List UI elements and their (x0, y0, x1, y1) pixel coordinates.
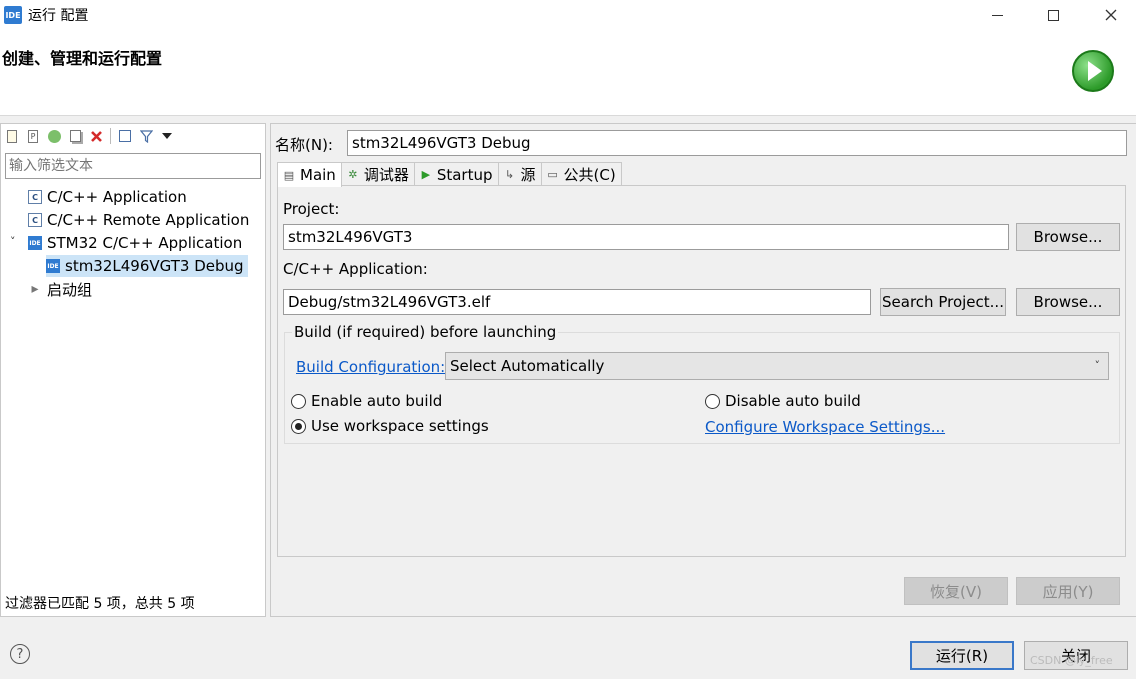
configure-workspace-settings-link[interactable]: Configure Workspace Settings... (705, 418, 945, 436)
new-config-button[interactable] (3, 127, 21, 145)
use-workspace-settings-radio[interactable]: Use workspace settings (291, 417, 489, 435)
tab-source[interactable]: ↳ 源 (497, 162, 542, 186)
search-project-button[interactable]: Search Project... (880, 288, 1006, 316)
minimize-button[interactable] (974, 0, 1020, 30)
enable-auto-build-radio[interactable]: Enable auto build (291, 392, 442, 410)
build-group-title: Build (if required) before launching (292, 323, 559, 341)
play-icon: ▶ (421, 168, 431, 181)
disable-auto-build-label: Disable auto build (725, 392, 861, 410)
radio-icon (291, 393, 306, 409)
window-title: 运行 配置 (28, 8, 89, 24)
tree-item-label: STM32 C/C++ Application (47, 234, 243, 252)
new-prototype-button[interactable]: P (24, 127, 42, 145)
config-tabs: ▤ Main ✲ 调试器 ▶ Startup ↳ 源 ▭ 公共(C) (277, 162, 622, 187)
tab-label: Startup (436, 165, 493, 184)
application-label: C/C++ Application: (283, 260, 428, 278)
tab-label: 公共(C) (563, 166, 616, 184)
build-configuration-select[interactable]: Select Automatically ˅ (445, 352, 1109, 380)
dropdown-arrow-icon (162, 133, 172, 139)
c-app-icon: C (28, 213, 42, 227)
revert-button[interactable]: 恢复(V) (904, 577, 1008, 605)
tree-item-stm32l496vgt3-debug[interactable]: IDE stm32L496VGT3 Debug (46, 255, 248, 277)
maximize-button[interactable] (1030, 0, 1076, 30)
application-input[interactable]: Debug/stm32L496VGT3.elf (283, 289, 871, 315)
chevron-down-icon[interactable]: ˅ (10, 235, 16, 248)
filter-status-text: 过滤器已匹配 5 项，总共 5 项 (5, 596, 195, 612)
ide-icon: IDE (28, 236, 42, 250)
document-icon: ▤ (283, 168, 295, 182)
duplicate-icon (69, 130, 81, 142)
ide-logo-icon: IDE (4, 6, 22, 24)
title-bar: IDE 运行 配置 (0, 0, 1136, 30)
tree-toolbar: P (1, 124, 265, 148)
tree-item-launch-group[interactable]: ▸ 启动组 (28, 278, 92, 300)
source-icon: ↳ (504, 168, 515, 181)
build-configuration-link[interactable]: Build Configuration: (296, 358, 445, 376)
tree-item-c-remote-application[interactable]: C C/C++ Remote Application (28, 209, 249, 231)
tab-label: 源 (520, 166, 536, 184)
name-input[interactable]: stm32L496VGT3 Debug (347, 130, 1127, 156)
chevron-down-icon: ˅ (1094, 359, 1101, 372)
help-icon[interactable]: ? (10, 644, 30, 664)
collapse-all-icon (119, 130, 131, 142)
toolbar-separator (110, 128, 111, 144)
tree-item-label: C/C++ Remote Application (47, 211, 250, 229)
dialog-heading: 创建、管理和运行配置 (2, 49, 163, 68)
enable-auto-build-label: Enable auto build (311, 392, 443, 410)
launch-group-icon: ▸ (31, 281, 39, 297)
tree-item-c-application[interactable]: C C/C++ Application (28, 186, 187, 208)
run-button[interactable]: 运行(R) (910, 641, 1014, 670)
view-menu-button[interactable] (158, 127, 176, 145)
close-icon (1105, 9, 1117, 21)
project-browse-button[interactable]: Browse... (1016, 223, 1120, 251)
application-browse-button[interactable]: Browse... (1016, 288, 1120, 316)
collapse-all-button[interactable] (116, 127, 134, 145)
delete-button[interactable] (87, 127, 105, 145)
run-banner-icon (1072, 50, 1114, 92)
minimize-icon (991, 14, 1003, 16)
filter-input[interactable] (5, 153, 261, 179)
tab-common[interactable]: ▭ 公共(C) (540, 162, 622, 186)
tab-startup[interactable]: ▶ Startup (413, 162, 499, 186)
delete-icon (90, 130, 102, 142)
build-configuration-value: Select Automatically (450, 357, 605, 375)
new-prototype-icon: P (28, 129, 38, 143)
radio-selected-icon (291, 418, 306, 434)
watermark-text: CSDN @ly_free (1030, 654, 1113, 667)
common-icon: ▭ (547, 168, 558, 181)
dialog-header: 创建、管理和运行配置 (0, 30, 1136, 116)
duplicate-button[interactable] (66, 127, 84, 145)
configuration-editor-panel: 名称(N): stm32L496VGT3 Debug ▤ Main ✲ 调试器 … (270, 123, 1136, 617)
tree-item-label: 启动组 (47, 280, 93, 299)
maximize-icon (1047, 9, 1059, 21)
disable-auto-build-radio[interactable]: Disable auto build (705, 392, 861, 410)
new-file-icon (7, 129, 17, 143)
tab-label: 调试器 (363, 166, 409, 184)
project-input[interactable]: stm32L496VGT3 (283, 224, 1009, 250)
tree-item-label: C/C++ Application (47, 188, 187, 206)
ide-icon: IDE (46, 259, 60, 273)
apply-button[interactable]: 应用(Y) (1016, 577, 1120, 605)
configuration-tree-panel: P C C/C++ Application C C/C++ Remote App… (0, 123, 266, 617)
tree-item-label: stm32L496VGT3 Debug (65, 257, 244, 275)
close-window-button[interactable] (1088, 0, 1134, 30)
tab-debugger[interactable]: ✲ 调试器 (340, 162, 415, 186)
export-button[interactable] (45, 127, 63, 145)
c-app-icon: C (28, 190, 42, 204)
export-icon (47, 129, 61, 143)
debugger-icon: ✲ (348, 168, 358, 181)
filter-icon (139, 129, 153, 143)
filter-button[interactable] (137, 127, 155, 145)
tab-label: Main (300, 166, 336, 184)
project-label: Project: (283, 200, 340, 218)
radio-icon (705, 393, 720, 409)
use-workspace-settings-label: Use workspace settings (311, 417, 489, 435)
tab-main[interactable]: ▤ Main (277, 162, 342, 187)
main-tab-content: Project: stm32L496VGT3 Browse... C/C++ A… (277, 185, 1126, 557)
tree-item-stm32-application[interactable]: IDE STM32 C/C++ Application (28, 232, 242, 254)
name-label: 名称(N): (275, 136, 333, 154)
